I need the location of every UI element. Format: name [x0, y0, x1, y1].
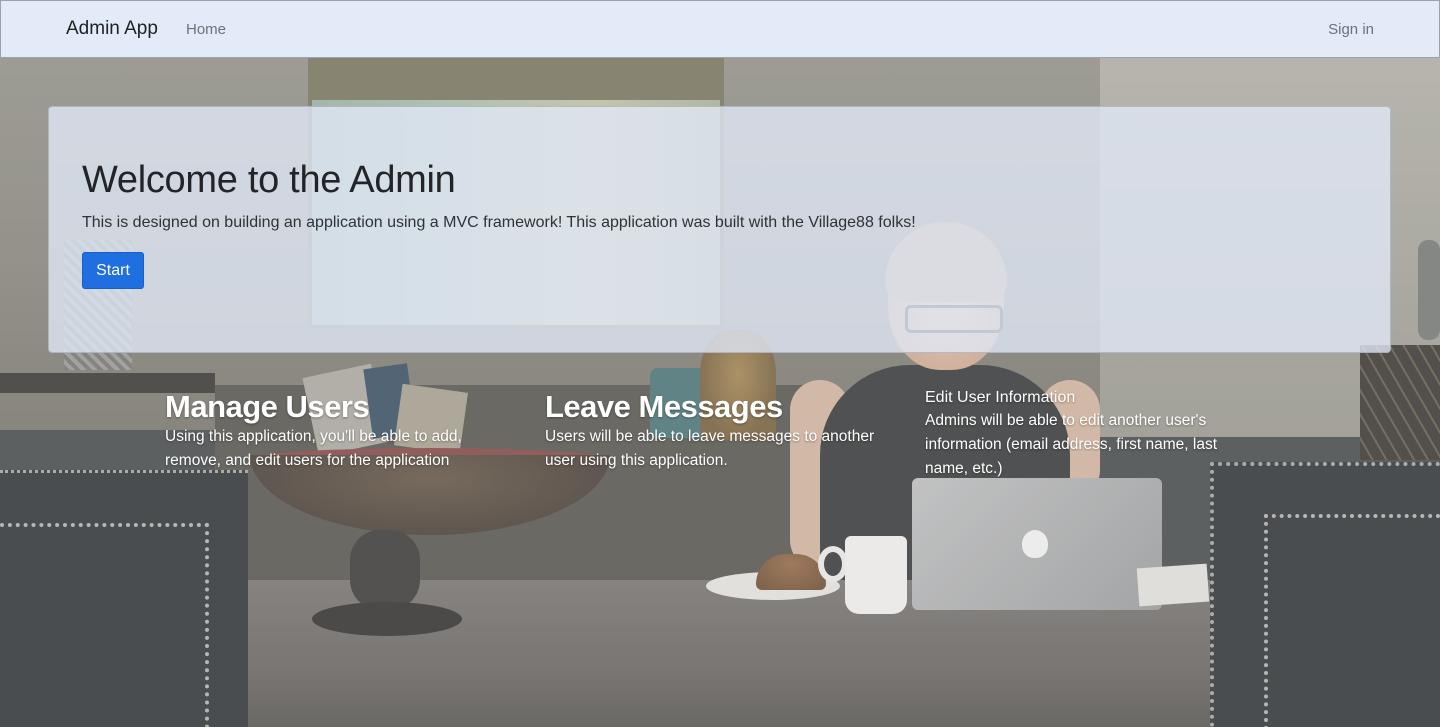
feature-title: Manage Users [165, 389, 370, 424]
feature-description: Admins will be able to edit another user… [925, 412, 1218, 477]
feature-edit-user-info: Edit User Information Admins will be abl… [925, 387, 1255, 481]
feature-title: Leave Messages [545, 389, 783, 424]
nav-signin-link[interactable]: Sign in [1328, 21, 1374, 38]
nav-home-link[interactable]: Home [186, 21, 226, 38]
feature-description: Users will be able to leave messages to … [545, 428, 875, 469]
feature-title: Edit User Information [925, 389, 1076, 406]
feature-leave-messages: Leave Messages Users will be able to lea… [545, 389, 905, 473]
jumbotron: Welcome to the Admin This is designed on… [48, 106, 1391, 353]
jumbotron-description: This is designed on building an applicat… [82, 214, 916, 231]
start-button[interactable]: Start [82, 252, 144, 289]
navbar: Admin App Home Sign in [0, 0, 1440, 58]
page: Admin App Home Sign in Welcome to the Ad… [0, 0, 1440, 727]
feature-description: Using this application, you'll be able t… [165, 428, 462, 469]
jumbotron-title: Welcome to the Admin [82, 159, 456, 201]
brand-link[interactable]: Admin App [66, 18, 158, 40]
feature-manage-users: Manage Users Using this application, you… [165, 389, 495, 473]
